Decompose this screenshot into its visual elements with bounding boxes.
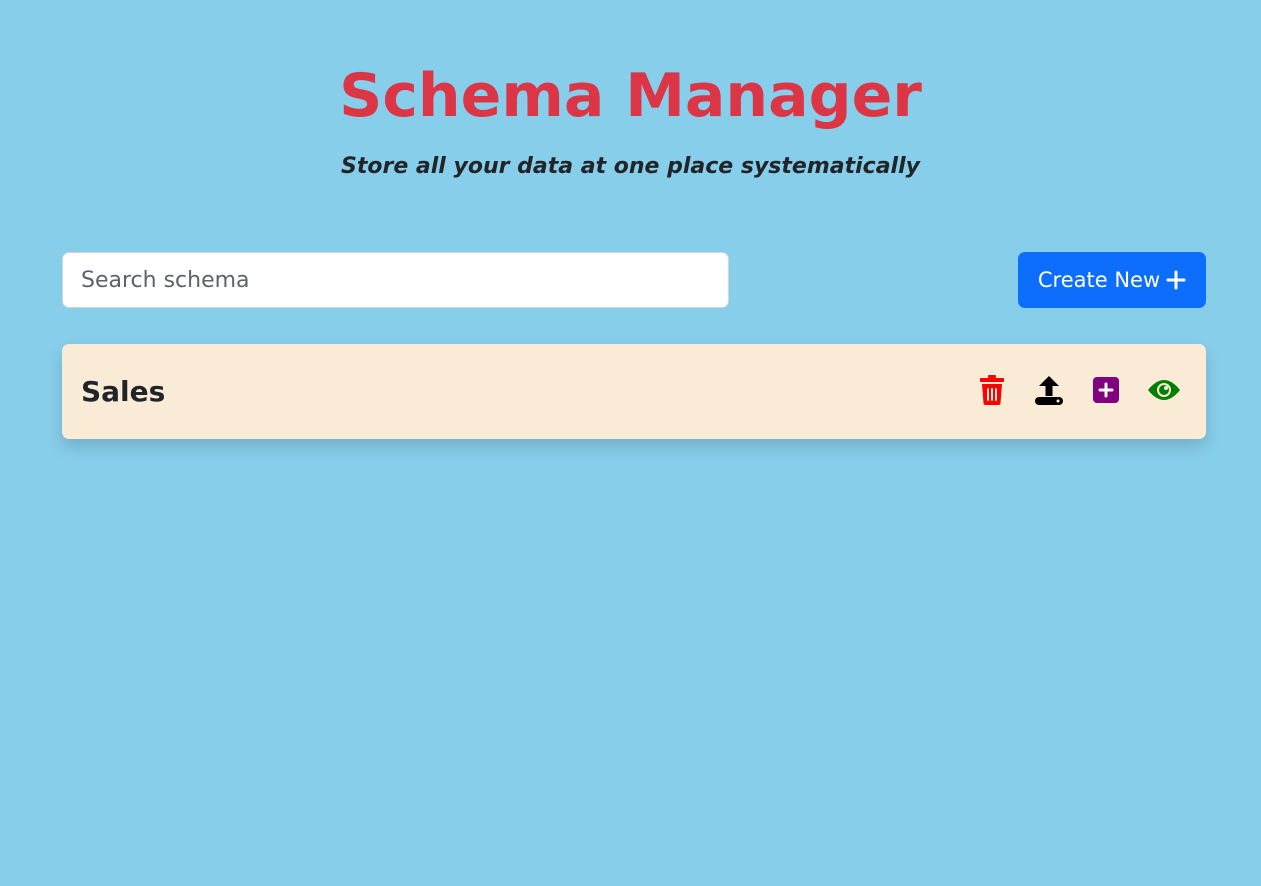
search-input[interactable] <box>62 252 729 308</box>
page-subtitle: Store all your data at one place systema… <box>341 154 920 179</box>
plus-icon <box>1166 270 1186 290</box>
schema-card: Sales <box>62 344 1206 439</box>
plus-square-icon[interactable] <box>1088 372 1124 408</box>
create-new-label: Create New <box>1037 268 1161 292</box>
eye-icon[interactable] <box>1146 372 1182 408</box>
trash-icon[interactable] <box>974 372 1010 408</box>
create-new-button[interactable]: Create New <box>1018 252 1206 308</box>
schema-name: Sales <box>81 375 166 408</box>
page-title: Schema Manager <box>339 61 922 131</box>
upload-icon[interactable] <box>1031 372 1067 408</box>
